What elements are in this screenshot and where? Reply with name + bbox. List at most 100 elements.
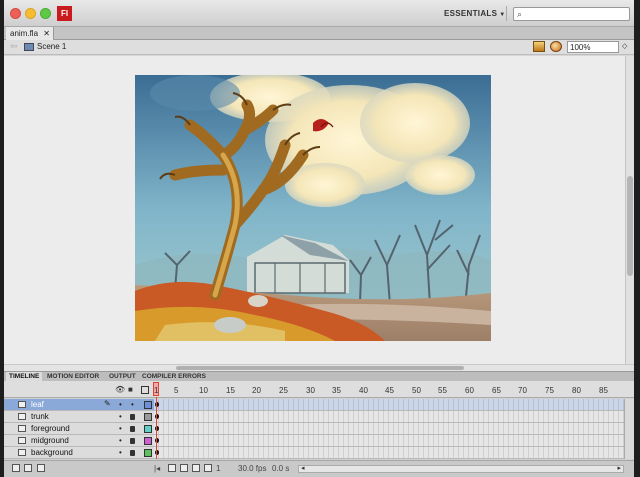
- ruler-tick: 70: [518, 386, 527, 395]
- layer-row-midground[interactable]: midground •: [4, 435, 154, 447]
- layer-icon: [18, 425, 26, 432]
- visibility-dot-icon[interactable]: •: [119, 400, 122, 409]
- frame-rate-value[interactable]: 30.0 fps: [238, 464, 266, 473]
- visibility-dot-icon[interactable]: •: [119, 448, 122, 457]
- flash-logo: Fl: [57, 6, 72, 21]
- delete-layer-icon[interactable]: [37, 464, 45, 472]
- layer-color-swatch[interactable]: [144, 437, 152, 445]
- stage-horizontal-scrollbar[interactable]: [4, 364, 634, 371]
- lock-icon[interactable]: ■: [128, 385, 133, 394]
- stage-artwork[interactable]: [135, 75, 491, 341]
- close-tab-icon[interactable]: ✕: [43, 27, 50, 40]
- edit-bar: ⇦ Scene 1 100% ◇: [4, 40, 634, 55]
- layer-name[interactable]: background: [31, 448, 73, 457]
- scroll-right-icon[interactable]: ▸: [617, 464, 621, 472]
- frame-row-foreground[interactable]: [154, 423, 624, 435]
- ruler-tick: 35: [332, 386, 341, 395]
- lock-icon[interactable]: [130, 450, 135, 456]
- current-frame-value[interactable]: 1: [216, 464, 220, 473]
- ruler-tick: 5: [174, 386, 179, 395]
- timeline-panel: 👁 ■ 1 5 10 15 20 25 30 35 40 45 50 55 60…: [4, 381, 634, 477]
- back-arrow-icon[interactable]: ⇦: [10, 41, 18, 52]
- timeline-vertical-scrollbar[interactable]: [624, 399, 634, 459]
- scroll-thumb[interactable]: [176, 366, 464, 370]
- help-search-input[interactable]: ⌕: [513, 7, 630, 21]
- ruler-tick: 55: [438, 386, 447, 395]
- elapsed-time-value: 0.0 s: [272, 464, 290, 473]
- outline-icon[interactable]: [141, 386, 149, 394]
- search-icon: ⌕: [517, 9, 523, 19]
- layer-name[interactable]: leaf: [31, 400, 44, 409]
- chevron-down-icon[interactable]: ◇: [622, 42, 627, 50]
- frame-grid[interactable]: [154, 399, 624, 459]
- scroll-left-icon[interactable]: ◂: [301, 464, 305, 472]
- frame-row-trunk[interactable]: [154, 411, 624, 423]
- visibility-dot-icon[interactable]: •: [119, 436, 122, 445]
- layer-row-trunk[interactable]: trunk •: [4, 411, 154, 423]
- ruler-tick: 10: [199, 386, 208, 395]
- layer-icon: [18, 437, 26, 444]
- layer-color-swatch[interactable]: [144, 425, 152, 433]
- edit-scene-icon[interactable]: [533, 41, 545, 52]
- go-to-first-frame-icon[interactable]: |◂: [154, 464, 160, 473]
- center-frame-icon[interactable]: [168, 464, 176, 472]
- layer-name[interactable]: midground: [31, 436, 69, 445]
- ruler-tick: 85: [599, 386, 608, 395]
- ruler-tick: 30: [306, 386, 315, 395]
- ruler-tick: 40: [359, 386, 368, 395]
- layer-name[interactable]: foreground: [31, 424, 70, 433]
- visibility-dot-icon[interactable]: •: [119, 424, 122, 433]
- document-tab-label: anim.fla: [10, 29, 39, 38]
- layer-row-leaf[interactable]: leaf ✎ • •: [4, 399, 154, 411]
- layer-color-swatch[interactable]: [144, 413, 152, 421]
- zoom-select[interactable]: 100%: [567, 41, 619, 53]
- frame-row-leaf[interactable]: [154, 399, 624, 411]
- workspace-switcher[interactable]: ESSENTIALS ▼: [444, 9, 505, 18]
- layer-list: leaf ✎ • • trunk • foreground • midgroun…: [4, 399, 154, 459]
- edit-symbols-icon[interactable]: [550, 41, 562, 52]
- ruler-tick: 50: [412, 386, 421, 395]
- ruler-tick: 60: [465, 386, 474, 395]
- ruler-tick: 20: [252, 386, 261, 395]
- new-folder-icon[interactable]: [24, 464, 32, 472]
- visibility-dot-icon[interactable]: •: [119, 412, 122, 421]
- maximize-window-button[interactable]: [40, 8, 51, 19]
- minimize-window-button[interactable]: [25, 8, 36, 19]
- lock-icon[interactable]: [130, 426, 135, 432]
- layer-icon: [18, 401, 26, 408]
- timeline-header: 👁 ■ 1 5 10 15 20 25 30 35 40 45 50 55 60…: [4, 381, 634, 398]
- ruler-tick: 25: [279, 386, 288, 395]
- layer-name[interactable]: trunk: [31, 412, 49, 421]
- new-layer-icon[interactable]: [12, 464, 20, 472]
- timeline-horizontal-scrollbar[interactable]: ◂ ▸: [298, 465, 624, 473]
- playhead-line: [156, 397, 157, 459]
- eye-icon[interactable]: 👁: [115, 385, 125, 394]
- layer-icon: [18, 449, 26, 456]
- scene-breadcrumb[interactable]: Scene 1: [37, 42, 66, 51]
- stage-vertical-scrollbar[interactable]: [625, 56, 634, 364]
- ruler-tick: 45: [385, 386, 394, 395]
- edit-multiple-frames-icon[interactable]: [204, 464, 212, 472]
- stage-pasteboard[interactable]: [4, 56, 625, 364]
- onion-skin-outlines-icon[interactable]: [192, 464, 200, 472]
- ruler-tick: 75: [545, 386, 554, 395]
- scroll-thumb[interactable]: [627, 176, 633, 276]
- onion-skin-icon[interactable]: [180, 464, 188, 472]
- layer-color-swatch[interactable]: [144, 401, 152, 409]
- layer-row-foreground[interactable]: foreground •: [4, 423, 154, 435]
- panel-tab-bar: TIMELINE MOTION EDITOR OUTPUT COMPILER E…: [4, 371, 634, 382]
- workspace-label: ESSENTIALS: [444, 9, 498, 18]
- chevron-down-icon: ▼: [499, 12, 506, 18]
- close-window-button[interactable]: [10, 8, 21, 19]
- layer-row-background[interactable]: background •: [4, 447, 154, 459]
- document-tab[interactable]: anim.fla ✕: [6, 27, 54, 40]
- lock-icon[interactable]: [130, 414, 135, 420]
- lock-dot-icon[interactable]: •: [131, 400, 134, 409]
- frame-row-background[interactable]: [154, 447, 624, 459]
- pencil-icon: ✎: [104, 399, 111, 408]
- layer-color-swatch[interactable]: [144, 449, 152, 457]
- lock-icon[interactable]: [130, 438, 135, 444]
- frame-row-midground[interactable]: [154, 435, 624, 447]
- scene-icon: [24, 43, 34, 51]
- painted-landscape-image: [135, 75, 491, 341]
